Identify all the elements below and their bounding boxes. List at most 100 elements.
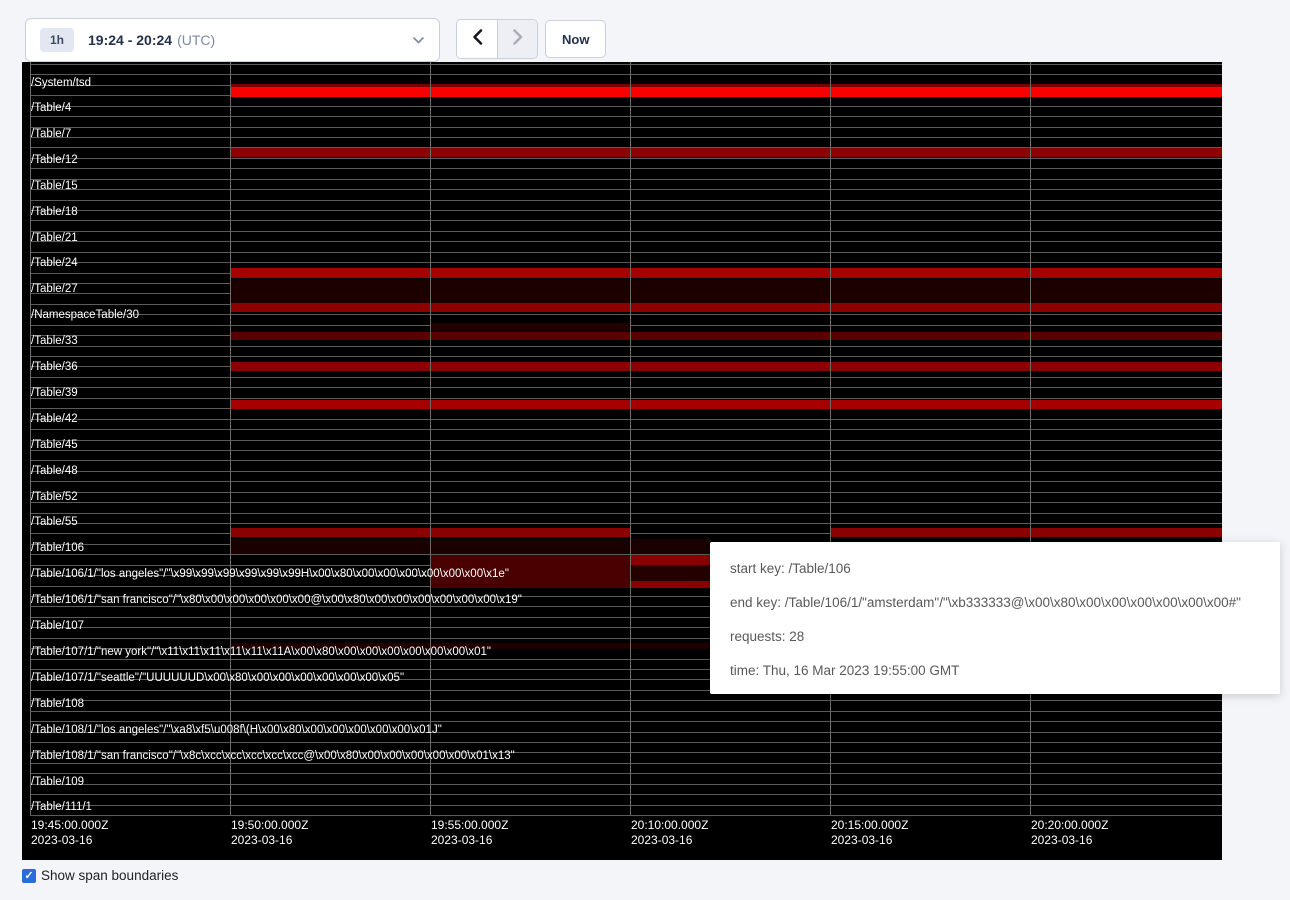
time-gridline (430, 62, 431, 815)
heatmap-band[interactable] (230, 332, 1222, 340)
span-key-label: /Table/36 (31, 360, 78, 374)
heatmap-band[interactable] (230, 148, 1222, 157)
heatmap-band[interactable] (630, 565, 710, 581)
span-boundary-line (30, 773, 1222, 774)
time-gridline (830, 62, 831, 815)
heatmap-band[interactable] (230, 87, 1222, 97)
now-button[interactable]: Now (545, 20, 606, 58)
span-boundary-line (30, 492, 1222, 493)
span-key-label: /Table/106/1/"los angeles"/"\x99\x99\x99… (31, 567, 509, 581)
span-key-label: /Table/33 (31, 334, 78, 348)
show-span-boundaries-checkbox[interactable]: ✓ (22, 869, 36, 883)
tooltip-time: time: Thu, 16 Mar 2023 19:55:00 GMT (730, 654, 1260, 688)
chevron-right-icon (511, 28, 524, 51)
span-boundary-line (30, 815, 1222, 816)
show-span-boundaries-toggle: ✓ Show span boundaries (22, 868, 178, 883)
time-range-duration-badge: 1h (40, 28, 74, 52)
span-key-label: /Table/15 (31, 179, 78, 193)
span-boundary-line (30, 700, 1222, 701)
span-key-label: /Table/111/1 (31, 800, 92, 814)
time-axis-tick: 19:45:00.000Z2023-03-16 (31, 818, 108, 848)
time-gridline (630, 62, 631, 815)
span-key-label: /Table/109 (31, 775, 84, 789)
span-key-label: /Table/48 (31, 464, 78, 478)
heatmap-band[interactable] (830, 528, 1222, 537)
tooltip-start-key: start key: /Table/106 (730, 552, 1260, 586)
span-boundary-line (30, 763, 1222, 764)
span-boundary-line (30, 262, 1222, 263)
span-key-label: /NamespaceTable/30 (31, 308, 139, 322)
tooltip-requests: requests: 28 (730, 620, 1260, 654)
time-gridline (230, 62, 231, 815)
span-boundary-line (30, 220, 1222, 221)
span-boundary-line (30, 805, 1222, 806)
tooltip-end-key: end key: /Table/106/1/"amsterdam"/"\xb33… (730, 586, 1260, 620)
span-boundary-line (30, 387, 1222, 388)
time-axis-tick: 20:20:00.000Z2023-03-16 (1031, 818, 1108, 848)
time-axis-tick: 19:55:00.000Z2023-03-16 (431, 818, 508, 848)
heatmap-tooltip: start key: /Table/106 end key: /Table/10… (710, 542, 1280, 694)
span-key-label: /Table/108/1/"san francisco"/"\x8c\xcc\x… (31, 749, 515, 763)
span-boundary-line (30, 471, 1222, 472)
time-axis-tick: 20:15:00.000Z2023-03-16 (831, 818, 908, 848)
chevron-down-icon (412, 36, 425, 45)
span-boundary-line (30, 377, 1222, 378)
check-icon: ✓ (24, 869, 33, 883)
span-key-label: /Table/52 (31, 490, 78, 504)
heatmap-band[interactable] (230, 268, 1222, 278)
span-boundary-line (30, 64, 1222, 65)
span-boundary-line (30, 356, 1222, 357)
span-boundary-line (30, 168, 1222, 169)
time-axis-tick: 19:50:00.000Z2023-03-16 (231, 818, 308, 848)
span-key-label: /Table/107/1/"new york"/"\x11\x11\x11\x1… (31, 645, 491, 659)
heatmap-band[interactable] (230, 279, 1222, 303)
time-range-selector[interactable]: 1h 19:24 - 20:24 (UTC) (25, 18, 440, 62)
heatmap-band[interactable] (230, 539, 710, 554)
span-boundary-line (30, 398, 1222, 399)
span-key-label: /Table/18 (31, 205, 78, 219)
span-key-label: /Table/21 (31, 231, 78, 245)
span-key-label: /System/tsd (31, 76, 91, 90)
span-key-label: /Table/106/1/"san francisco"/"\x80\x00\x… (31, 593, 522, 607)
heatmap-band[interactable] (630, 555, 710, 565)
chevron-left-icon (471, 28, 484, 51)
span-key-label: /Table/27 (31, 282, 78, 296)
time-axis-tick: 20:10:00.000Z2023-03-16 (631, 818, 708, 848)
span-boundary-line (30, 127, 1222, 128)
span-boundary-line (30, 74, 1222, 75)
heatmap-band[interactable] (230, 362, 1222, 371)
span-key-label: /Table/39 (31, 386, 78, 400)
heatmap-band[interactable] (630, 581, 710, 588)
span-boundary-line (30, 252, 1222, 253)
key-visualizer-heatmap[interactable]: /System/tsd/Table/4/Table/7/Table/12/Tab… (22, 62, 1222, 860)
span-key-label: /Table/24 (31, 256, 78, 270)
span-boundary-line (30, 189, 1222, 190)
span-key-label: /Table/106 (31, 541, 84, 555)
span-boundary-line (30, 440, 1222, 441)
heatmap-band[interactable] (430, 323, 630, 331)
prev-time-button[interactable] (457, 20, 497, 58)
span-boundary-line (30, 742, 1222, 743)
span-boundary-line (30, 231, 1222, 232)
span-boundary-line (30, 523, 1222, 524)
span-key-label: /Table/55 (31, 515, 78, 529)
span-boundary-line (30, 450, 1222, 451)
span-boundary-line (30, 346, 1222, 347)
heatmap-band[interactable] (230, 303, 1222, 312)
span-key-label: /Table/107/1/"seattle"/"UUUUUUD\x00\x80\… (31, 671, 404, 685)
span-boundary-line (30, 513, 1222, 514)
heatmap-band[interactable] (230, 400, 1222, 409)
span-key-label: /Table/45 (31, 438, 78, 452)
span-boundary-line (30, 158, 1222, 159)
time-range-timezone: (UTC) (177, 32, 215, 48)
span-boundary-line (30, 137, 1222, 138)
span-key-label: /Table/107 (31, 619, 84, 633)
span-key-label: /Table/108 (31, 697, 84, 711)
span-boundary-line (30, 210, 1222, 211)
span-boundary-line (30, 241, 1222, 242)
next-time-button[interactable] (497, 20, 537, 58)
span-boundary-line (30, 200, 1222, 201)
span-boundary-line (30, 711, 1222, 712)
span-boundary-line (30, 460, 1222, 461)
time-nav-group (456, 19, 538, 59)
